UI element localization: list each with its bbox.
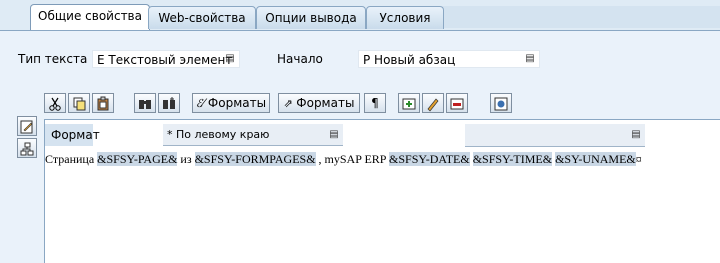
dropdown-icon[interactable]: ▤ xyxy=(631,129,641,141)
dropdown-icon[interactable]: ▤ xyxy=(225,53,235,65)
find-button[interactable] xyxy=(134,93,156,113)
text-type-field[interactable]: E Текстовый элемент ▤ xyxy=(92,50,240,68)
tab-strip: Общие свойства Web-свойства Опции вывода… xyxy=(0,0,720,31)
change-field-button[interactable] xyxy=(422,93,444,113)
dropdown-icon[interactable]: ▤ xyxy=(525,53,535,65)
text-segment: , mySAP ERP xyxy=(315,152,390,166)
insert-field-button[interactable] xyxy=(398,93,420,113)
hierarchy-icon xyxy=(20,142,34,155)
paragraph-format-value: * По левому краю xyxy=(167,128,270,141)
paste-button[interactable] xyxy=(92,93,114,113)
text-type-value: E Текстовый элемент xyxy=(97,53,233,67)
paragraph-format-icon: ⇗ xyxy=(283,97,297,110)
tab-strip-fill xyxy=(442,6,720,28)
paste-icon xyxy=(97,96,109,110)
find-next-button[interactable] xyxy=(158,93,180,113)
format-label: Формат xyxy=(45,124,100,146)
paragraph-formats-button[interactable]: ⇗ Форматы xyxy=(278,93,360,113)
start-label: Начало xyxy=(277,52,323,66)
pencil-paper-icon xyxy=(20,120,33,133)
text-symbol[interactable]: &SFSY-FORMPAGES& xyxy=(194,152,316,166)
text-segment: ¤ xyxy=(635,152,642,166)
text-editor[interactable]: Формат * По левому краю ▤ ▤ Страница &SF… xyxy=(44,119,720,263)
paragraph-mark-button[interactable]: ¶ xyxy=(364,93,386,113)
format-bar-gap xyxy=(343,124,465,146)
character-formats-label: Форматы xyxy=(207,96,267,110)
structure-button[interactable] xyxy=(17,138,37,158)
paragraph-format-select[interactable]: * По левому краю ▤ xyxy=(163,124,343,146)
copy-icon xyxy=(73,97,86,110)
character-format-icon: ℰ⁄ xyxy=(195,97,208,110)
text-content[interactable]: Страница &SFSY-PAGE& из &SFSY-FORMPAGES&… xyxy=(45,152,642,167)
binoculars-plus-icon xyxy=(163,96,175,109)
text-symbol[interactable]: &SFSY-DATE& xyxy=(389,152,470,166)
tab-general-properties[interactable]: Общие свойства xyxy=(30,4,150,31)
format-bar: Формат * По левому краю ▤ ▤ xyxy=(45,120,720,148)
text-segment: Страница xyxy=(45,152,98,166)
scissors-icon xyxy=(49,97,61,111)
graphic-button[interactable] xyxy=(490,93,512,113)
tab-web-properties[interactable]: Web-свойства xyxy=(148,6,256,29)
tab-output-options[interactable]: Опции вывода xyxy=(256,6,366,29)
insert-field-icon xyxy=(402,98,416,109)
delete-field-button[interactable] xyxy=(446,93,468,113)
pilcrow-icon: ¶ xyxy=(371,96,379,110)
start-field[interactable]: P Новый абзац ▤ xyxy=(358,50,540,68)
dropdown-icon[interactable]: ▤ xyxy=(329,129,339,141)
edit-mode-button[interactable] xyxy=(17,116,37,136)
cut-button[interactable] xyxy=(44,93,66,113)
tab-conditions[interactable]: Условия xyxy=(366,6,444,29)
start-value: P Новый абзац xyxy=(363,53,456,67)
delete-field-icon xyxy=(450,98,464,109)
paragraph-formats-label: Форматы xyxy=(296,96,355,110)
text-symbol[interactable]: &SFSY-TIME& xyxy=(472,152,553,166)
copy-button[interactable] xyxy=(68,93,90,113)
text-type-label: Тип текста xyxy=(18,52,88,66)
text-segment: из xyxy=(177,152,195,166)
pencil-icon xyxy=(427,97,439,112)
character-formats-button[interactable]: ℰ⁄ Форматы xyxy=(192,93,270,113)
binoculars-icon xyxy=(139,99,151,109)
image-icon xyxy=(494,97,508,110)
character-format-select[interactable]: ▤ xyxy=(465,124,645,147)
text-symbol[interactable]: &SY-UNAME& xyxy=(555,152,636,166)
text-symbol[interactable]: &SFSY-PAGE& xyxy=(97,152,178,166)
